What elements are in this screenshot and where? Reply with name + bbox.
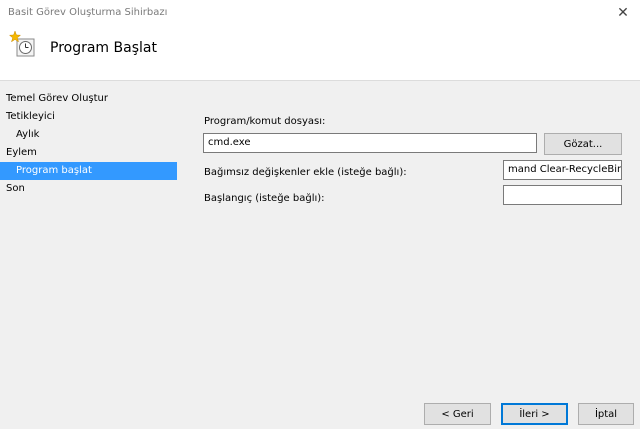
- next-button[interactable]: İleri >: [501, 403, 568, 425]
- close-button[interactable]: ✕: [606, 0, 640, 26]
- window-title: Basit Görev Oluşturma Sihirbazı: [8, 7, 168, 18]
- sidebar-item-temel-gorev[interactable]: Temel Görev Oluştur: [0, 90, 190, 108]
- page-title: Program Başlat: [50, 40, 157, 56]
- browse-button[interactable]: Gözat...: [544, 133, 622, 155]
- sidebar-item-program-baslat[interactable]: Program başlat: [0, 162, 177, 180]
- back-button[interactable]: < Geri: [424, 403, 491, 425]
- title-bar: Basit Görev Oluşturma Sihirbazı ✕: [0, 0, 640, 26]
- cancel-button[interactable]: İptal: [578, 403, 634, 425]
- wizard-header: Program Başlat: [0, 26, 640, 81]
- wizard-steps-sidebar: Temel Görev Oluştur Tetikleyici Aylık Ey…: [0, 90, 190, 198]
- start-in-label: Başlangıç (isteğe bağlı):: [204, 193, 325, 204]
- sidebar-item-eylem[interactable]: Eylem: [0, 144, 190, 162]
- program-field[interactable]: cmd.exe: [203, 133, 537, 153]
- arguments-field[interactable]: mand Clear-RecycleBin": [503, 160, 622, 180]
- sidebar-item-tetikleyici[interactable]: Tetikleyici: [0, 108, 190, 126]
- task-clock-icon: [8, 30, 35, 57]
- sidebar-item-son[interactable]: Son: [0, 180, 190, 198]
- close-icon: ✕: [617, 5, 629, 21]
- start-in-field[interactable]: [503, 185, 622, 205]
- arguments-label: Bağımsız değişkenler ekle (isteğe bağlı)…: [204, 167, 407, 178]
- sidebar-item-aylik[interactable]: Aylık: [0, 126, 190, 144]
- program-label: Program/komut dosyası:: [204, 116, 326, 127]
